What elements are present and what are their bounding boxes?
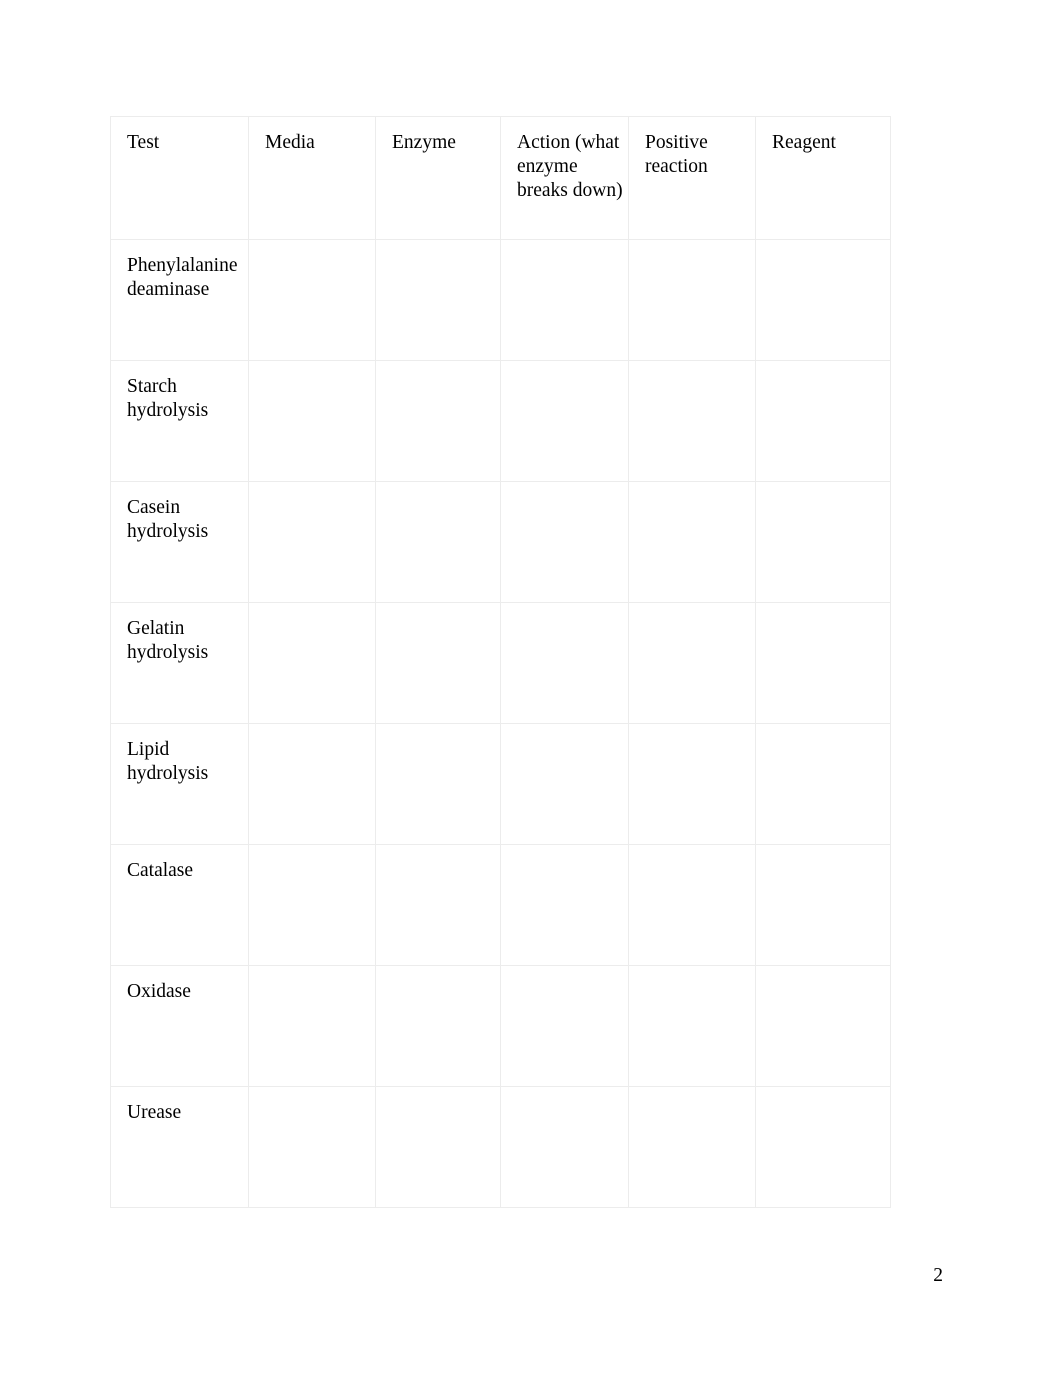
column-header-media-label: Media: [265, 132, 315, 153]
cell-test-label: Oxidase: [127, 981, 191, 1002]
cell-test-label: Starch hydrolysis: [127, 376, 209, 421]
table-row: Urease: [110, 1086, 891, 1208]
cell-reagent[interactable]: [755, 602, 891, 724]
table-row: Starch hydrolysis: [110, 360, 891, 482]
cell-action[interactable]: [500, 1086, 629, 1208]
cell-test: Oxidase: [110, 965, 249, 1087]
cell-positive-reaction[interactable]: [628, 239, 756, 361]
cell-action[interactable]: [500, 844, 629, 966]
cell-positive-reaction[interactable]: [628, 844, 756, 966]
cell-action[interactable]: [500, 239, 629, 361]
column-header-positive-reaction-label: Positive reaction: [645, 132, 713, 177]
cell-action[interactable]: [500, 965, 629, 1087]
cell-test-label: Catalase: [127, 860, 194, 881]
cell-test: Lipid hydrolysis: [110, 723, 249, 845]
cell-enzyme[interactable]: [375, 481, 501, 603]
column-header-test-label: Test: [127, 132, 160, 153]
cell-test: Casein hydrolysis: [110, 481, 249, 603]
table-row: Phenylalanine deaminase: [110, 239, 891, 361]
enzyme-test-table-container: Test Media Enzyme Action (what enzyme br…: [110, 116, 891, 1208]
cell-action[interactable]: [500, 602, 629, 724]
column-header-action-label: Action (what enzyme breaks down): [517, 132, 625, 201]
column-header-media: Media: [248, 116, 376, 240]
cell-media[interactable]: [248, 360, 376, 482]
cell-test-label: Urease: [127, 1102, 182, 1123]
cell-positive-reaction[interactable]: [628, 1086, 756, 1208]
cell-media[interactable]: [248, 844, 376, 966]
cell-test-label: Casein hydrolysis: [127, 497, 209, 542]
cell-action[interactable]: [500, 723, 629, 845]
table-row: Catalase: [110, 844, 891, 966]
column-header-enzyme-label: Enzyme: [392, 132, 456, 153]
cell-enzyme[interactable]: [375, 965, 501, 1087]
cell-enzyme[interactable]: [375, 844, 501, 966]
cell-test: Gelatin hydrolysis: [110, 602, 249, 724]
cell-test: Urease: [110, 1086, 249, 1208]
cell-positive-reaction[interactable]: [628, 360, 756, 482]
cell-test-label: Phenylalanine deaminase: [127, 255, 243, 300]
cell-reagent[interactable]: [755, 965, 891, 1087]
cell-reagent[interactable]: [755, 481, 891, 603]
cell-positive-reaction[interactable]: [628, 723, 756, 845]
cell-positive-reaction[interactable]: [628, 965, 756, 1087]
cell-positive-reaction[interactable]: [628, 602, 756, 724]
column-header-positive-reaction: Positive reaction: [628, 116, 756, 240]
cell-enzyme[interactable]: [375, 602, 501, 724]
enzyme-test-table: Test Media Enzyme Action (what enzyme br…: [110, 116, 891, 1208]
table-row: Oxidase: [110, 965, 891, 1087]
cell-test-label: Lipid hydrolysis: [127, 739, 209, 784]
cell-media[interactable]: [248, 965, 376, 1087]
cell-enzyme[interactable]: [375, 239, 501, 361]
column-header-enzyme: Enzyme: [375, 116, 501, 240]
cell-reagent[interactable]: [755, 239, 891, 361]
page-number: 2: [933, 1265, 943, 1286]
table-row: Lipid hydrolysis: [110, 723, 891, 845]
cell-test: Catalase: [110, 844, 249, 966]
table-header-row: Test Media Enzyme Action (what enzyme br…: [110, 116, 891, 240]
cell-enzyme[interactable]: [375, 723, 501, 845]
cell-media[interactable]: [248, 239, 376, 361]
cell-test: Phenylalanine deaminase: [110, 239, 249, 361]
cell-reagent[interactable]: [755, 723, 891, 845]
column-header-test: Test: [110, 116, 249, 240]
cell-media[interactable]: [248, 1086, 376, 1208]
cell-reagent[interactable]: [755, 360, 891, 482]
cell-media[interactable]: [248, 602, 376, 724]
cell-action[interactable]: [500, 360, 629, 482]
table-row: Gelatin hydrolysis: [110, 602, 891, 724]
cell-enzyme[interactable]: [375, 360, 501, 482]
column-header-action: Action (what enzyme breaks down): [500, 116, 629, 240]
cell-positive-reaction[interactable]: [628, 481, 756, 603]
cell-test-label: Gelatin hydrolysis: [127, 618, 209, 663]
column-header-reagent: Reagent: [755, 116, 891, 240]
cell-test: Starch hydrolysis: [110, 360, 249, 482]
cell-media[interactable]: [248, 723, 376, 845]
document-page: Test Media Enzyme Action (what enzyme br…: [0, 0, 1062, 1376]
table-row: Casein hydrolysis: [110, 481, 891, 603]
cell-reagent[interactable]: [755, 844, 891, 966]
cell-reagent[interactable]: [755, 1086, 891, 1208]
cell-action[interactable]: [500, 481, 629, 603]
column-header-reagent-label: Reagent: [772, 132, 836, 153]
cell-media[interactable]: [248, 481, 376, 603]
cell-enzyme[interactable]: [375, 1086, 501, 1208]
